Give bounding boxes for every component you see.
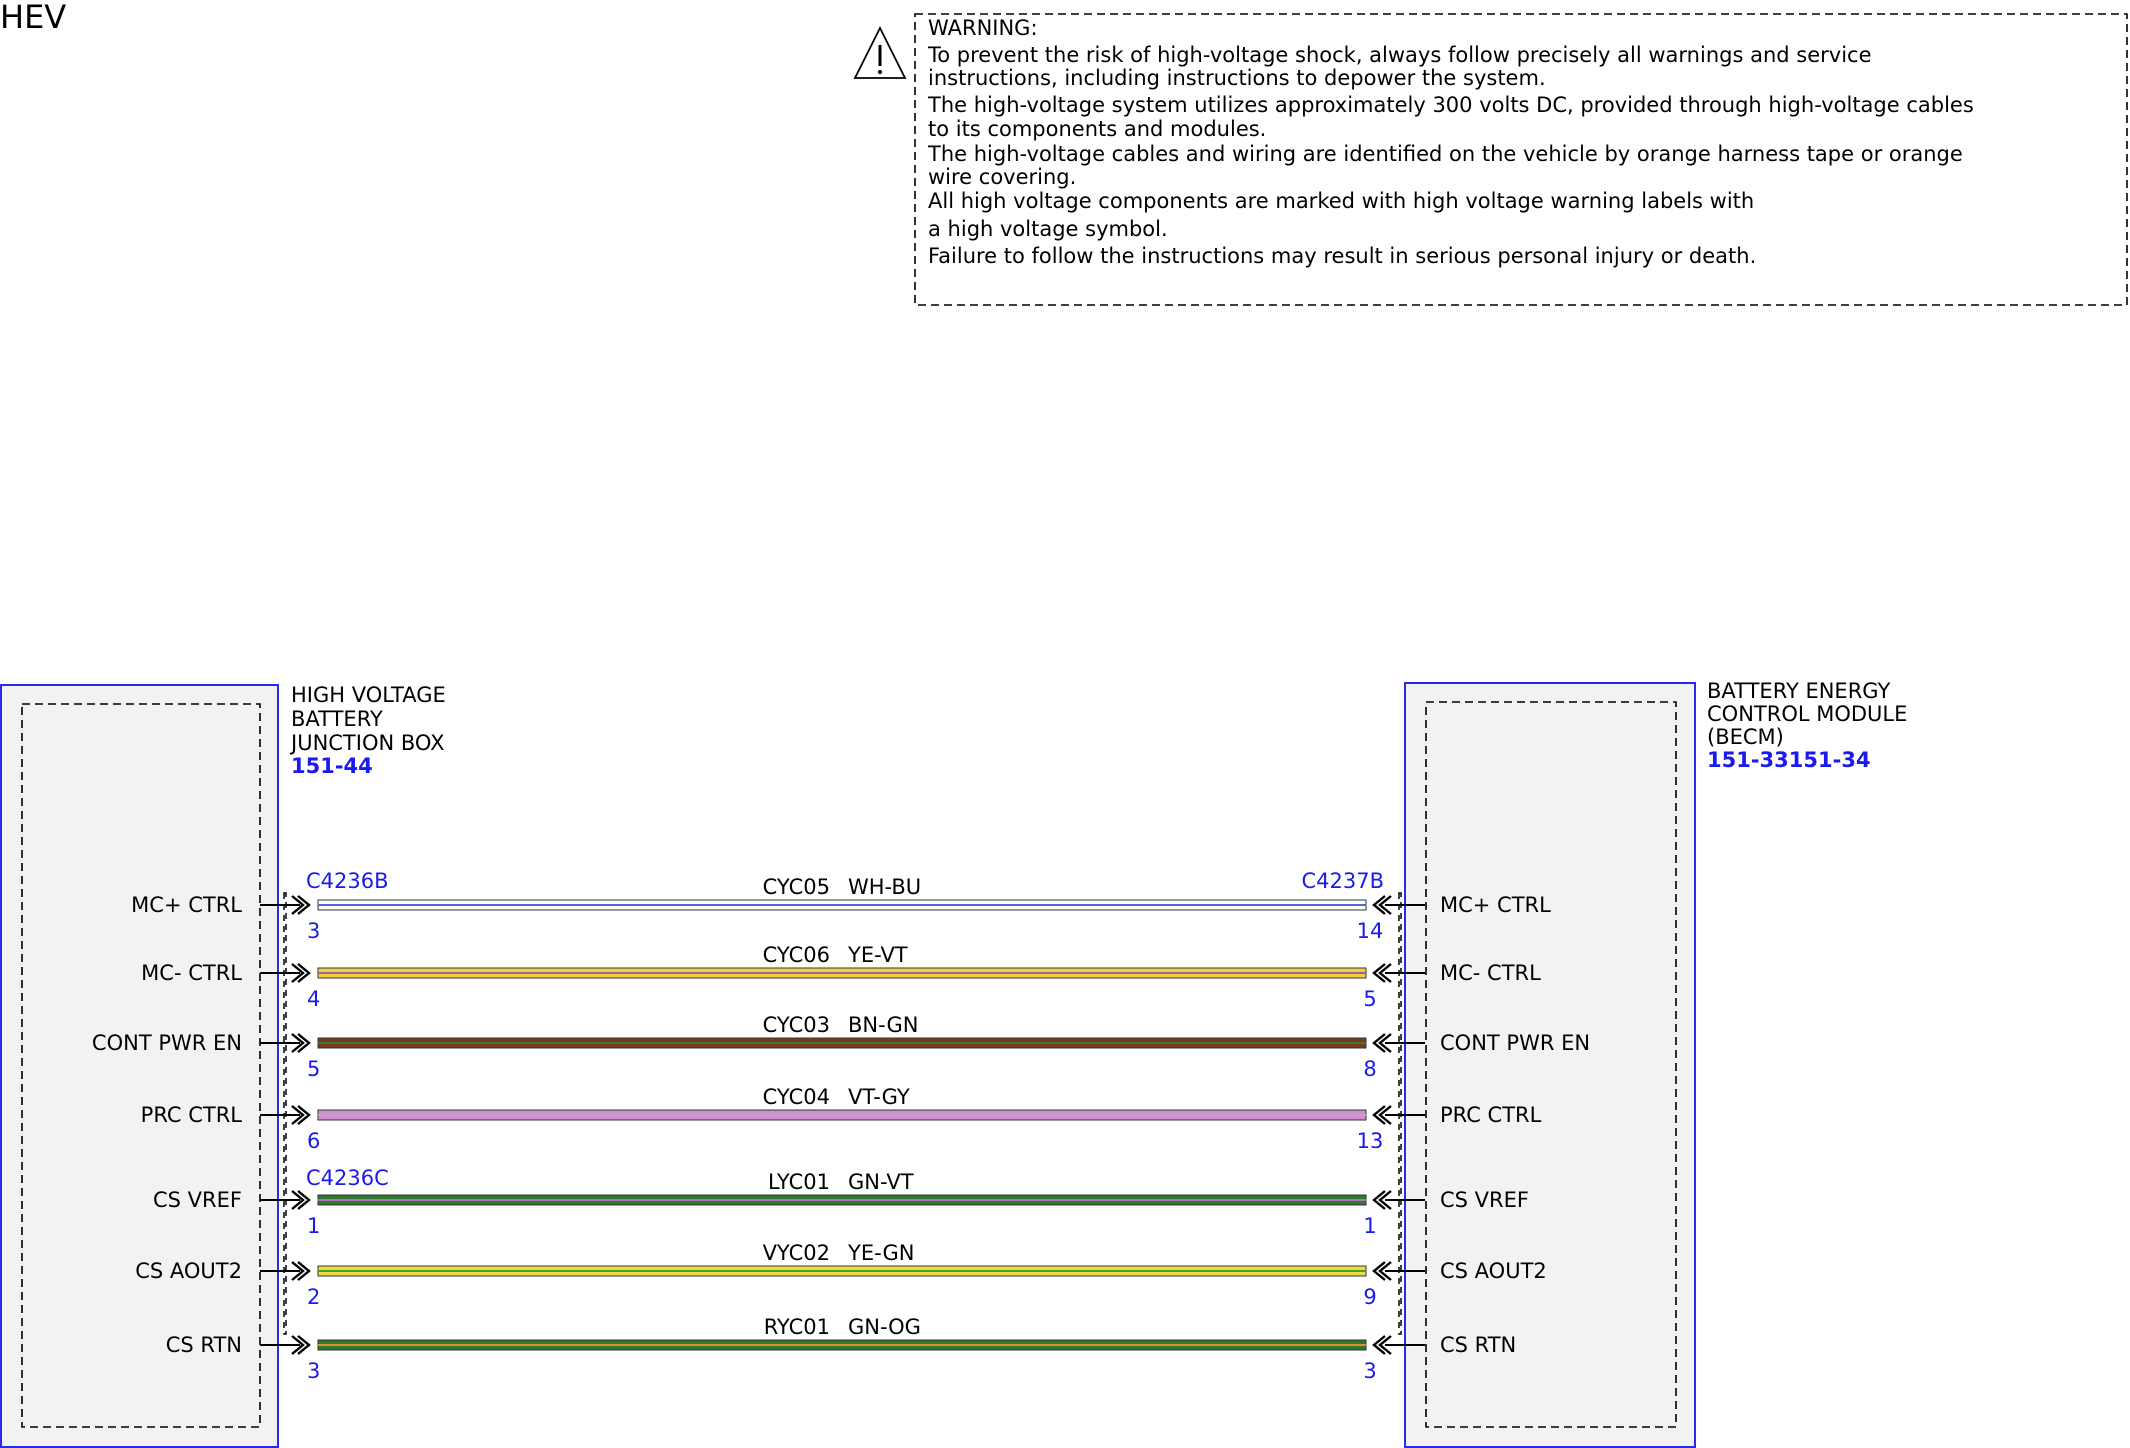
left-pin-label: PRC CTRL [141,1103,243,1127]
warning-line: All high voltage components are marked w… [928,189,1754,213]
left-pin-label: CS VREF [153,1188,242,1212]
connector-left-top[interactable]: C4236B [306,869,389,893]
wire-color-code: YE-VT [847,943,908,967]
left-pin-number: 5 [307,1057,320,1081]
connector-left-bottom[interactable]: C4236C [306,1166,389,1190]
warning-line: WARNING: [928,16,1038,40]
left-pin-label: MC- CTRL [141,961,242,985]
right-pin-number: 9 [1363,1285,1376,1309]
circuit-row: CS RTN RYC01 GN-OG 3 3 CS RTN [166,1315,1517,1383]
left-pin-number: 6 [307,1129,320,1153]
left-pin-number: 4 [307,987,320,1011]
right-pin-label: MC- CTRL [1440,961,1541,985]
circuit-id[interactable]: CYC05 [763,875,830,899]
left-pin-label: CS AOUT2 [135,1259,242,1283]
right-pin-label: CONT PWR EN [1440,1031,1590,1055]
left-pin-number: 3 [307,919,320,943]
circuit-row: PRC CTRL CYC04 VT-GY 6 13 PRC CTRL [141,1085,1542,1153]
left-pin-label: CS RTN [166,1333,242,1357]
wire-color-code: VT-GY [848,1085,910,1109]
warning-line: instructions, including instructions to … [928,66,1546,90]
right-component-name-2: CONTROL MODULE [1707,702,1907,726]
left-component-name-1: HIGH VOLTAGE [291,683,446,707]
wire-color-code: YE-GN [847,1241,914,1265]
right-pin-number: 5 [1363,987,1376,1011]
circuit-id[interactable]: CYC03 [763,1013,830,1037]
circuit-id[interactable]: RYC01 [764,1315,830,1339]
page-title: HEV [0,0,66,36]
warning-line: wire covering. [928,165,1076,189]
left-pin-number: 1 [307,1214,320,1238]
right-component-ref[interactable]: 151-33151-34 [1707,748,1871,772]
left-component-name-2: BATTERY [291,707,383,731]
right-pin-label: CS RTN [1440,1333,1516,1357]
right-pin-label: MC+ CTRL [1440,893,1551,917]
circuit-id[interactable]: CYC04 [763,1085,830,1109]
wire-color-code: WH-BU [848,875,921,899]
right-component: BATTERY ENERGY CONTROL MODULE (BECM) 151… [1404,679,1907,1448]
left-component-name-3: JUNCTION BOX [289,731,444,755]
wire-color-code: GN-OG [848,1315,921,1339]
circuit-id[interactable]: VYC02 [763,1241,830,1265]
right-connector-outline [1398,892,1402,1335]
left-pin-number: 2 [307,1285,320,1309]
right-pin-label: CS AOUT2 [1440,1259,1547,1283]
circuit-row: CONT PWR EN CYC03 BN-GN 5 8 CONT PWR EN [92,1013,1590,1081]
wiring-diagram: HEV WARNING: To prevent the risk of high-… [0,0,2128,1448]
circuit-row: MC- CTRL CYC06 YE-VT 4 5 MC- CTRL [141,943,1541,1011]
right-component-name-3: (BECM) [1707,725,1784,749]
right-pin-label: CS VREF [1440,1188,1529,1212]
right-pin-number: 8 [1363,1057,1376,1081]
left-pin-label: CONT PWR EN [92,1031,242,1055]
left-pin-label: MC+ CTRL [131,893,242,917]
warning-panel: WARNING: To prevent the risk of high-volt… [853,13,2128,306]
right-component-name-1: BATTERY ENERGY [1707,679,1891,703]
wire-color-code: GN-VT [848,1170,914,1194]
circuit-row: CS AOUT2 VYC02 YE-GN 2 9 CS AOUT2 [135,1241,1547,1309]
circuit-id[interactable]: CYC06 [763,943,830,967]
left-pin-number: 3 [307,1359,320,1383]
wire-color-code: BN-GN [848,1013,918,1037]
left-component-ref[interactable]: 151-44 [291,754,373,778]
right-pin-number: 3 [1363,1359,1376,1383]
left-connector-outline [283,892,287,1335]
circuit-list: MC+ CTRLCYC05 WH-BU3 14MC+ CTRLMC- CTRLCYC… [92,875,1590,1383]
warning-line: Failure to follow the instructions may r… [928,244,1756,268]
circuit-id[interactable]: LYC01 [768,1170,830,1194]
warning-line: The high-voltage system utilizes approxi… [927,93,1974,117]
connector-right-top[interactable]: C4237B [1301,869,1384,893]
right-pin-number: 1 [1363,1214,1376,1238]
warning-line: a high voltage symbol. [928,217,1168,241]
warning-line: The high-voltage cables and wiring are i… [927,142,1963,166]
warning-line: To prevent the risk of high-voltage shoc… [927,43,1872,67]
warning-line: to its components and modules. [928,117,1266,141]
warning-text: WARNING: To prevent the risk of high-volt… [927,16,1974,268]
warning-triangle-icon [853,25,907,79]
right-pin-label: PRC CTRL [1440,1103,1542,1127]
right-pin-number: 13 [1357,1129,1384,1153]
right-pin-number: 14 [1357,919,1384,943]
